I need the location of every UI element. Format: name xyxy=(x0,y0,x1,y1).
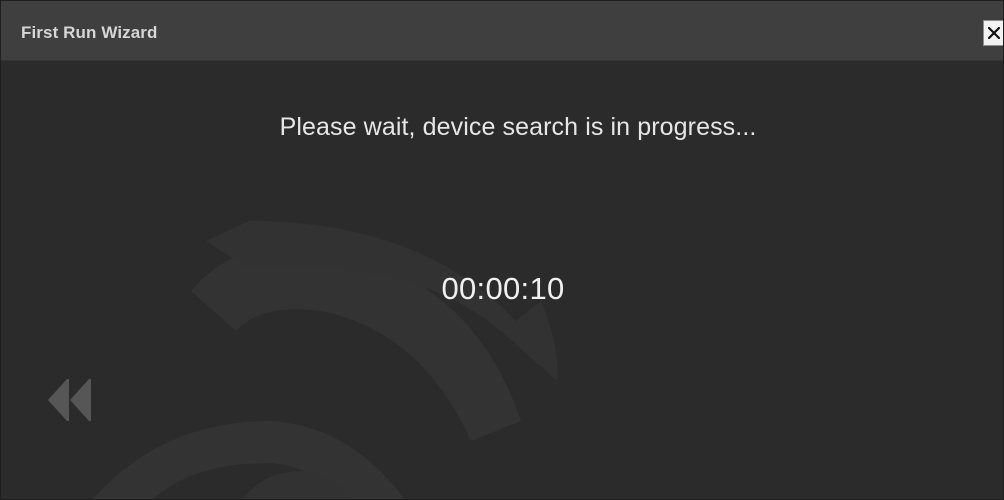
close-icon xyxy=(988,27,1000,39)
search-status-message: Please wait, device search is in progres… xyxy=(279,113,757,141)
back-button[interactable] xyxy=(45,375,97,425)
wizard-window: First Run Wizard Please wait, device sea… xyxy=(0,0,1004,500)
double-chevron-left-icon xyxy=(48,379,91,421)
elapsed-timer: 00:00:10 xyxy=(441,271,565,306)
close-button[interactable] xyxy=(983,20,1003,46)
window-title: First Run Wizard xyxy=(21,23,158,42)
wizard-content: Please wait, device search is in progres… xyxy=(1,61,1003,499)
title-bar: First Run Wizard xyxy=(1,1,1003,61)
